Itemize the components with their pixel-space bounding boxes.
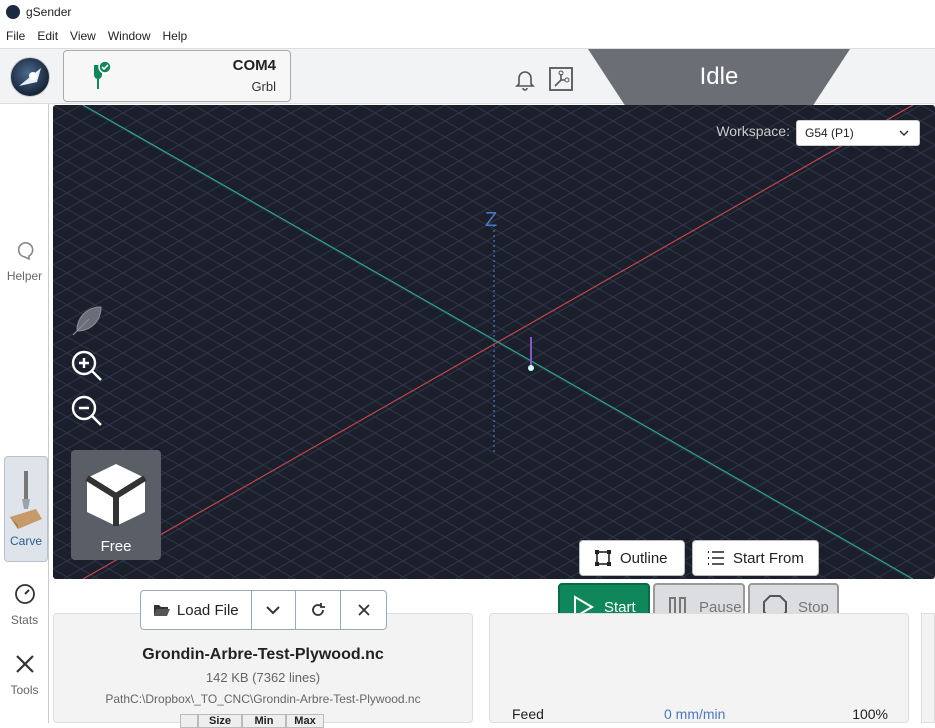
visualizer-viewport[interactable]: Z Workspace: G54 (P1) Free Outline Start… [53, 105, 935, 579]
feed-label: Feed [512, 706, 544, 722]
menu-bar: File Edit View Window Help [0, 24, 935, 48]
start-from-button[interactable]: Start From [692, 540, 819, 576]
folder-open-icon [153, 605, 170, 616]
overrides-panel: Feed 0 mm/min 100% [489, 613, 909, 723]
list-icon [708, 551, 724, 565]
outline-label: Outline [620, 549, 668, 567]
helper-icon [17, 242, 33, 261]
sidebar-item-carve[interactable]: Carve [4, 456, 48, 562]
file-size: 142 KB (7362 lines) [205, 670, 321, 685]
chevron-down-icon [266, 606, 281, 615]
camera-mode-button[interactable]: Free [71, 450, 161, 560]
chevron-down-icon [899, 130, 909, 137]
file-table-header: Size Min Max [180, 714, 324, 728]
app-icon [6, 5, 20, 19]
feed-percent: 100% [852, 706, 888, 722]
outline-icon [595, 550, 611, 566]
feed-value: 0 mm/min [664, 706, 726, 722]
bell-icon[interactable] [513, 67, 537, 91]
workspace-value: G54 (P1) [805, 126, 854, 140]
title-bar: gSender [0, 0, 935, 24]
workspace-select[interactable]: G54 (P1) [796, 120, 920, 146]
col-size: Size [198, 714, 242, 728]
recent-files-button[interactable] [252, 591, 297, 629]
board-icon[interactable] [548, 66, 574, 92]
start-from-label: Start From [733, 549, 804, 567]
connection-firmware: Grbl [251, 79, 276, 94]
connection-port: COM4 [232, 57, 276, 74]
sidebar-item-helper[interactable]: Helper [0, 238, 49, 283]
reload-file-button[interactable] [296, 591, 342, 629]
right-panel-edge [921, 613, 935, 723]
header: COM4 Grbl Idle [0, 48, 935, 105]
visualizer-grid [53, 105, 935, 579]
workspace-label: Workspace: [716, 123, 790, 139]
outline-button[interactable]: Outline [579, 540, 685, 576]
close-icon [357, 604, 370, 616]
close-file-button[interactable] [341, 591, 386, 629]
refresh-icon [312, 603, 326, 616]
file-toolbar: Load File [140, 590, 387, 630]
machine-state: Idle [588, 49, 850, 105]
zoom-in-icon[interactable] [69, 348, 105, 384]
view-tools [69, 303, 105, 438]
zoom-out-icon[interactable] [69, 393, 105, 429]
sidebar-item-label: Helper [6, 269, 43, 283]
sidebar: Helper Carve Stats Tools [0, 104, 49, 723]
col-max: Max [286, 714, 324, 728]
usb-plug-icon [94, 60, 112, 89]
sidebar-item-label: Carve [9, 534, 42, 548]
load-file-label: Load File [176, 601, 239, 619]
sidebar-item-label: Tools [10, 683, 39, 697]
connection-button[interactable]: COM4 Grbl [63, 50, 291, 102]
window-title: gSender [26, 5, 72, 19]
col-min: Min [242, 714, 286, 728]
app-logo [10, 57, 50, 97]
tools-icon [15, 655, 34, 673]
menu-view[interactable]: View [70, 29, 96, 43]
menu-edit[interactable]: Edit [37, 29, 58, 43]
file-path: PathC:\Dropbox\_TO_CNC\Grondin-Arbre-Tes… [105, 692, 421, 706]
cube-icon [85, 464, 147, 526]
gauge-icon [14, 584, 35, 604]
menu-window[interactable]: Window [108, 29, 151, 43]
file-name: Grondin-Arbre-Test-Plywood.nc [142, 646, 384, 663]
carve-icon [10, 471, 42, 529]
menu-help[interactable]: Help [163, 29, 188, 43]
load-file-button[interactable]: Load File [141, 591, 252, 629]
sidebar-item-label: Stats [10, 613, 39, 627]
menu-file[interactable]: File [6, 29, 25, 43]
camera-mode-label: Free [100, 538, 132, 555]
sidebar-item-stats[interactable]: Stats [0, 582, 49, 627]
z-axis-label: Z [485, 209, 498, 231]
feather-icon[interactable] [69, 303, 105, 339]
tool-position-dot [528, 365, 534, 371]
sidebar-item-tools[interactable]: Tools [0, 652, 49, 697]
